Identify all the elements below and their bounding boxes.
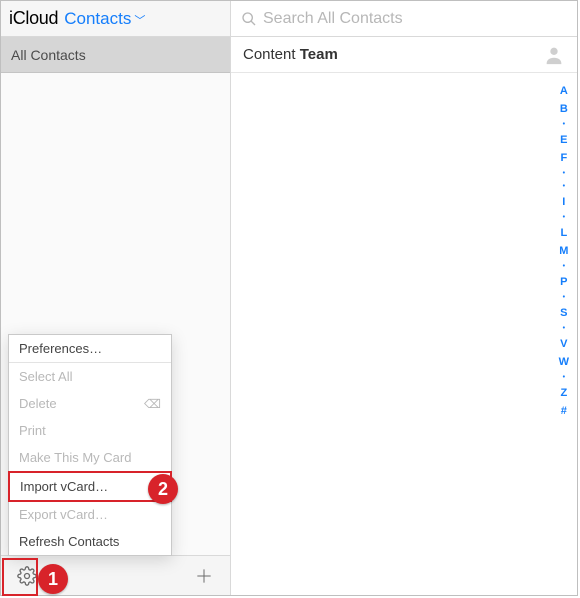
index-dot: • — [563, 214, 565, 221]
menu-item-label: Import vCard… — [20, 479, 108, 494]
menu-item-make-this-my-card: Make This My Card — [9, 444, 171, 471]
plus-icon — [194, 566, 214, 586]
index-letter[interactable]: B — [560, 103, 568, 115]
menu-item-label: Export vCard… — [19, 507, 108, 522]
index-dot: • — [563, 325, 565, 332]
index-dot: • — [563, 183, 565, 190]
index-letter[interactable]: M — [559, 245, 568, 257]
index-letter[interactable]: W — [559, 356, 569, 368]
index-dot: • — [563, 170, 565, 177]
annotation-callout-2: 2 — [148, 474, 178, 504]
chevron-down-icon: ﹀ — [134, 15, 145, 27]
settings-button[interactable] — [15, 564, 39, 588]
menu-item-label: Preferences… — [19, 341, 102, 356]
menu-item-export-vcard: Export vCard… — [9, 501, 171, 528]
menu-item-label: Delete — [19, 396, 57, 411]
menu-item-refresh-contacts[interactable]: Refresh Contacts — [9, 528, 171, 555]
menu-item-delete: Delete ⌫ — [9, 390, 171, 417]
avatar-icon — [543, 44, 565, 66]
menu-item-select-all: Select All — [9, 363, 171, 390]
index-letter[interactable]: P — [560, 276, 567, 288]
annotation-callout-1: 1 — [38, 564, 68, 594]
index-letter[interactable]: A — [560, 85, 568, 97]
contact-name: Content Team — [243, 46, 338, 63]
sidebar-footer — [1, 555, 230, 595]
app-name-label: Contacts — [64, 9, 131, 28]
menu-item-preferences[interactable]: Preferences… — [9, 335, 171, 362]
index-letter[interactable]: I — [562, 196, 565, 208]
contact-last: Team — [300, 46, 338, 63]
index-letter[interactable]: F — [560, 152, 567, 164]
gear-icon — [17, 566, 37, 586]
group-all-contacts[interactable]: All Contacts — [1, 37, 230, 73]
settings-menu: Preferences… Select All Delete ⌫ Print Make T… — [8, 334, 172, 556]
icloud-logo: iCloud — [9, 8, 58, 29]
menu-item-label: Refresh Contacts — [19, 534, 119, 549]
index-letter[interactable]: S — [560, 307, 567, 319]
menu-item-label: Make This My Card — [19, 450, 131, 465]
index-letter[interactable]: # — [561, 405, 567, 417]
index-dot: • — [563, 263, 565, 270]
backspace-icon: ⌫ — [144, 397, 161, 411]
top-bar: iCloud Contacts﹀ — [1, 1, 577, 37]
app-switcher[interactable]: Contacts﹀ — [64, 9, 145, 29]
topbar-right — [231, 1, 577, 36]
index-dot: • — [563, 294, 565, 301]
contact-row[interactable]: Content Team — [231, 37, 577, 73]
index-dot: • — [563, 374, 565, 381]
search-icon — [241, 11, 257, 27]
index-letter[interactable]: V — [560, 338, 567, 350]
menu-item-label: Select All — [19, 369, 72, 384]
contact-first: Content — [243, 46, 296, 63]
index-letter[interactable]: Z — [560, 387, 567, 399]
add-button[interactable] — [192, 564, 216, 588]
alpha-index[interactable]: AB • EF • • I • LM • P • S • VW • Z # — [559, 85, 569, 423]
index-letter[interactable]: E — [560, 134, 567, 146]
menu-item-print: Print — [9, 417, 171, 444]
main-panel: Content Team AB • EF • • I • LM • P • S • VW • Z # — [231, 37, 577, 595]
group-label: All Contacts — [11, 47, 86, 63]
menu-item-label: Print — [19, 423, 46, 438]
topbar-left: iCloud Contacts﹀ — [1, 1, 231, 36]
index-letter[interactable]: L — [560, 227, 567, 239]
index-dot: • — [563, 121, 565, 128]
search-input[interactable] — [263, 10, 523, 28]
